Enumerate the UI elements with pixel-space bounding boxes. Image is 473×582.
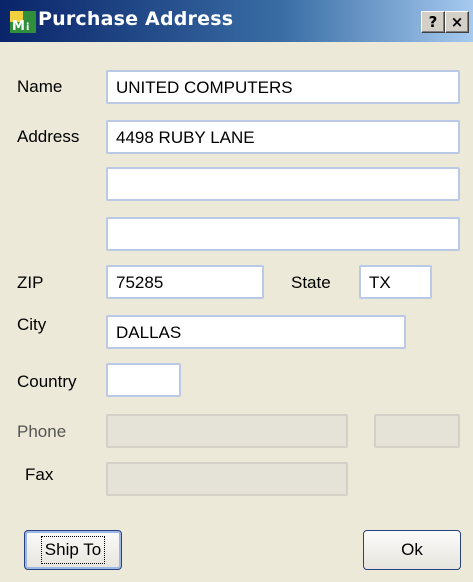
country-field[interactable]: [106, 363, 181, 397]
zip-label: ZIP: [17, 273, 44, 292]
name-label: Name: [17, 77, 63, 96]
ok-button-label: Ok: [401, 540, 423, 559]
city-label: City: [17, 315, 47, 334]
window-title: Purchase Address: [38, 8, 234, 30]
svg-text:i: i: [26, 22, 29, 33]
address-line1-field[interactable]: 4498 RUBY LANE: [106, 120, 460, 154]
purchase-address-dialog: M i Purchase Address ? × Name UNITED COM…: [0, 0, 473, 582]
zip-field[interactable]: 75285: [106, 265, 264, 299]
address-line3-field[interactable]: [106, 217, 460, 251]
svg-text:M: M: [12, 19, 25, 34]
app-icon: M i: [10, 11, 36, 34]
country-label: Country: [17, 372, 77, 391]
name-field[interactable]: UNITED COMPUTERS: [106, 70, 460, 104]
close-button[interactable]: ×: [445, 11, 469, 33]
city-field[interactable]: DALLAS: [106, 315, 406, 349]
state-label: State: [291, 273, 331, 292]
phone-extension-field[interactable]: [374, 414, 460, 448]
address-label: Address: [17, 127, 80, 146]
address-line2-field[interactable]: [106, 167, 460, 201]
phone-label: Phone: [17, 422, 67, 441]
phone-field[interactable]: [106, 414, 348, 448]
ok-button[interactable]: Ok: [363, 530, 461, 570]
fax-label: Fax: [25, 465, 54, 484]
ship-to-button-label: Ship To: [40, 536, 106, 564]
fax-field[interactable]: [106, 462, 348, 496]
help-button[interactable]: ?: [421, 11, 445, 33]
ship-to-button[interactable]: Ship To: [24, 530, 122, 570]
state-field[interactable]: TX: [359, 265, 432, 299]
title-bar[interactable]: M i Purchase Address ? ×: [0, 0, 473, 42]
